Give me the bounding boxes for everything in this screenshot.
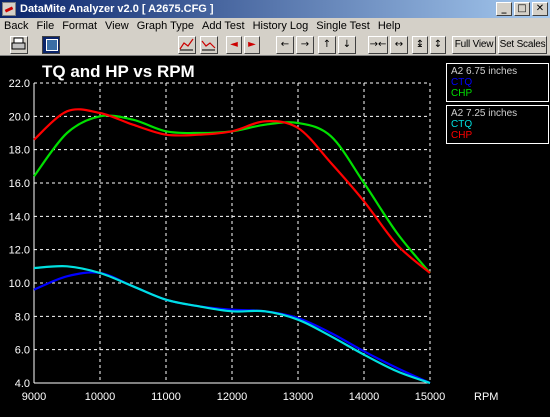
legend-entry-ctq: CTQ bbox=[451, 77, 473, 88]
x-tick-label: 9000 bbox=[22, 391, 46, 403]
expand-vertical-icon: ↕ bbox=[433, 39, 443, 50]
x-tick-label: 12000 bbox=[217, 391, 248, 403]
legend-a2-725: A2 7.25 inches CTQ CHP bbox=[446, 105, 549, 144]
toolbar: ◄ ► ← → ↑ ↓ →← ↔ ↨ ↕ Full View Set Scale… bbox=[0, 34, 550, 56]
print-button[interactable] bbox=[10, 36, 28, 54]
legend-entry-chp: CHP bbox=[451, 130, 473, 141]
menu-single-test[interactable]: Single Test bbox=[312, 20, 374, 32]
legend-title: A2 6.75 inches bbox=[451, 66, 518, 77]
graph-a-icon bbox=[179, 38, 194, 51]
title-bar: DataMite Analyzer v2.0 [ A2675.CFG ] _ □… bbox=[0, 0, 550, 18]
shrink-vertical-icon: ↨ bbox=[415, 39, 425, 50]
arrow-up-icon: ↑ bbox=[322, 39, 332, 50]
y-tick-label: 8.0 bbox=[15, 311, 30, 323]
graph-b-icon bbox=[201, 40, 216, 51]
graph-type-a-button[interactable] bbox=[178, 36, 196, 54]
expand-vertical-button[interactable]: ↕ bbox=[430, 36, 446, 54]
menu-help[interactable]: Help bbox=[374, 20, 405, 32]
pan-left-button[interactable]: ← bbox=[276, 36, 294, 54]
legend-a2-675: A2 6.75 inches CTQ CHP bbox=[446, 63, 549, 102]
disk-icon bbox=[46, 39, 58, 51]
pan-down-button[interactable]: ↓ bbox=[338, 36, 356, 54]
maximize-button[interactable]: □ bbox=[514, 2, 530, 16]
y-tick-label: 10.0 bbox=[9, 278, 30, 290]
menu-back[interactable]: Back bbox=[0, 20, 32, 32]
full-view-button[interactable]: Full View bbox=[452, 36, 496, 54]
y-tick-label: 4.0 bbox=[15, 378, 30, 390]
window-controls: _ □ ✕ bbox=[494, 2, 548, 16]
next-test-button[interactable]: ► bbox=[244, 36, 260, 54]
set-scales-button[interactable]: Set Scales bbox=[498, 36, 547, 54]
menu-history-log[interactable]: History Log bbox=[249, 20, 313, 32]
arrow-down-icon: ↓ bbox=[342, 39, 352, 50]
app-icon bbox=[2, 2, 16, 16]
menu-file[interactable]: File bbox=[32, 20, 58, 32]
x-tick-label: 15000 bbox=[415, 391, 446, 403]
x-tick-label: 13000 bbox=[283, 391, 314, 403]
shrink-horizontal-icon: →← bbox=[369, 39, 387, 50]
x-axis-label: RPM bbox=[474, 391, 498, 403]
plot-area: 9000 10000 11000 12000 13000 14000 15000 4.0 6.0… bbox=[0, 57, 550, 412]
arrow-right-icon: → bbox=[300, 39, 310, 50]
arrow-left-icon: ← bbox=[280, 39, 290, 50]
close-button[interactable]: ✕ bbox=[532, 2, 548, 16]
y-tick-label: 14.0 bbox=[9, 211, 30, 223]
menu-graph-type[interactable]: Graph Type bbox=[133, 20, 198, 32]
expand-horizontal-button[interactable]: ↔ bbox=[390, 36, 408, 54]
menu-bar: Back File Format View Graph Type Add Tes… bbox=[0, 18, 550, 34]
menu-add-test[interactable]: Add Test bbox=[198, 20, 249, 32]
y-tick-label: 16.0 bbox=[9, 178, 30, 190]
prev-test-button[interactable]: ◄ bbox=[226, 36, 242, 54]
legend-entry-ctq: CTQ bbox=[451, 119, 473, 130]
x-tick-label: 11000 bbox=[151, 391, 181, 403]
y-tick-label: 6.0 bbox=[15, 345, 30, 357]
y-tick-label: 12.0 bbox=[9, 245, 30, 257]
menu-view[interactable]: View bbox=[101, 20, 133, 32]
save-view-button[interactable] bbox=[42, 36, 60, 54]
printer-icon bbox=[11, 37, 26, 50]
pan-right-button[interactable]: → bbox=[296, 36, 314, 54]
x-tick-label: 10000 bbox=[85, 391, 116, 403]
graph-type-b-button[interactable] bbox=[200, 36, 218, 54]
legend-title: A2 7.25 inches bbox=[451, 108, 518, 119]
shrink-vertical-button[interactable]: ↨ bbox=[412, 36, 428, 54]
legend-entry-chp: CHP bbox=[451, 88, 473, 99]
chart-title: TQ and HP vs RPM bbox=[42, 62, 195, 81]
y-tick-label: 18.0 bbox=[9, 145, 30, 157]
window-title: DataMite Analyzer v2.0 [ A2675.CFG ] bbox=[20, 3, 214, 15]
red-left-icon: ◄ bbox=[230, 39, 238, 50]
pan-up-button[interactable]: ↑ bbox=[318, 36, 336, 54]
shrink-horizontal-button[interactable]: →← bbox=[368, 36, 388, 54]
grid bbox=[34, 83, 430, 383]
red-right-icon: ► bbox=[248, 39, 256, 50]
expand-horizontal-icon: ↔ bbox=[394, 39, 404, 50]
minimize-button[interactable]: _ bbox=[496, 2, 512, 16]
menu-format[interactable]: Format bbox=[58, 20, 101, 32]
y-tick-label: 22.0 bbox=[9, 78, 30, 90]
x-tick-label: 14000 bbox=[349, 391, 380, 403]
y-tick-label: 20.0 bbox=[9, 111, 30, 123]
